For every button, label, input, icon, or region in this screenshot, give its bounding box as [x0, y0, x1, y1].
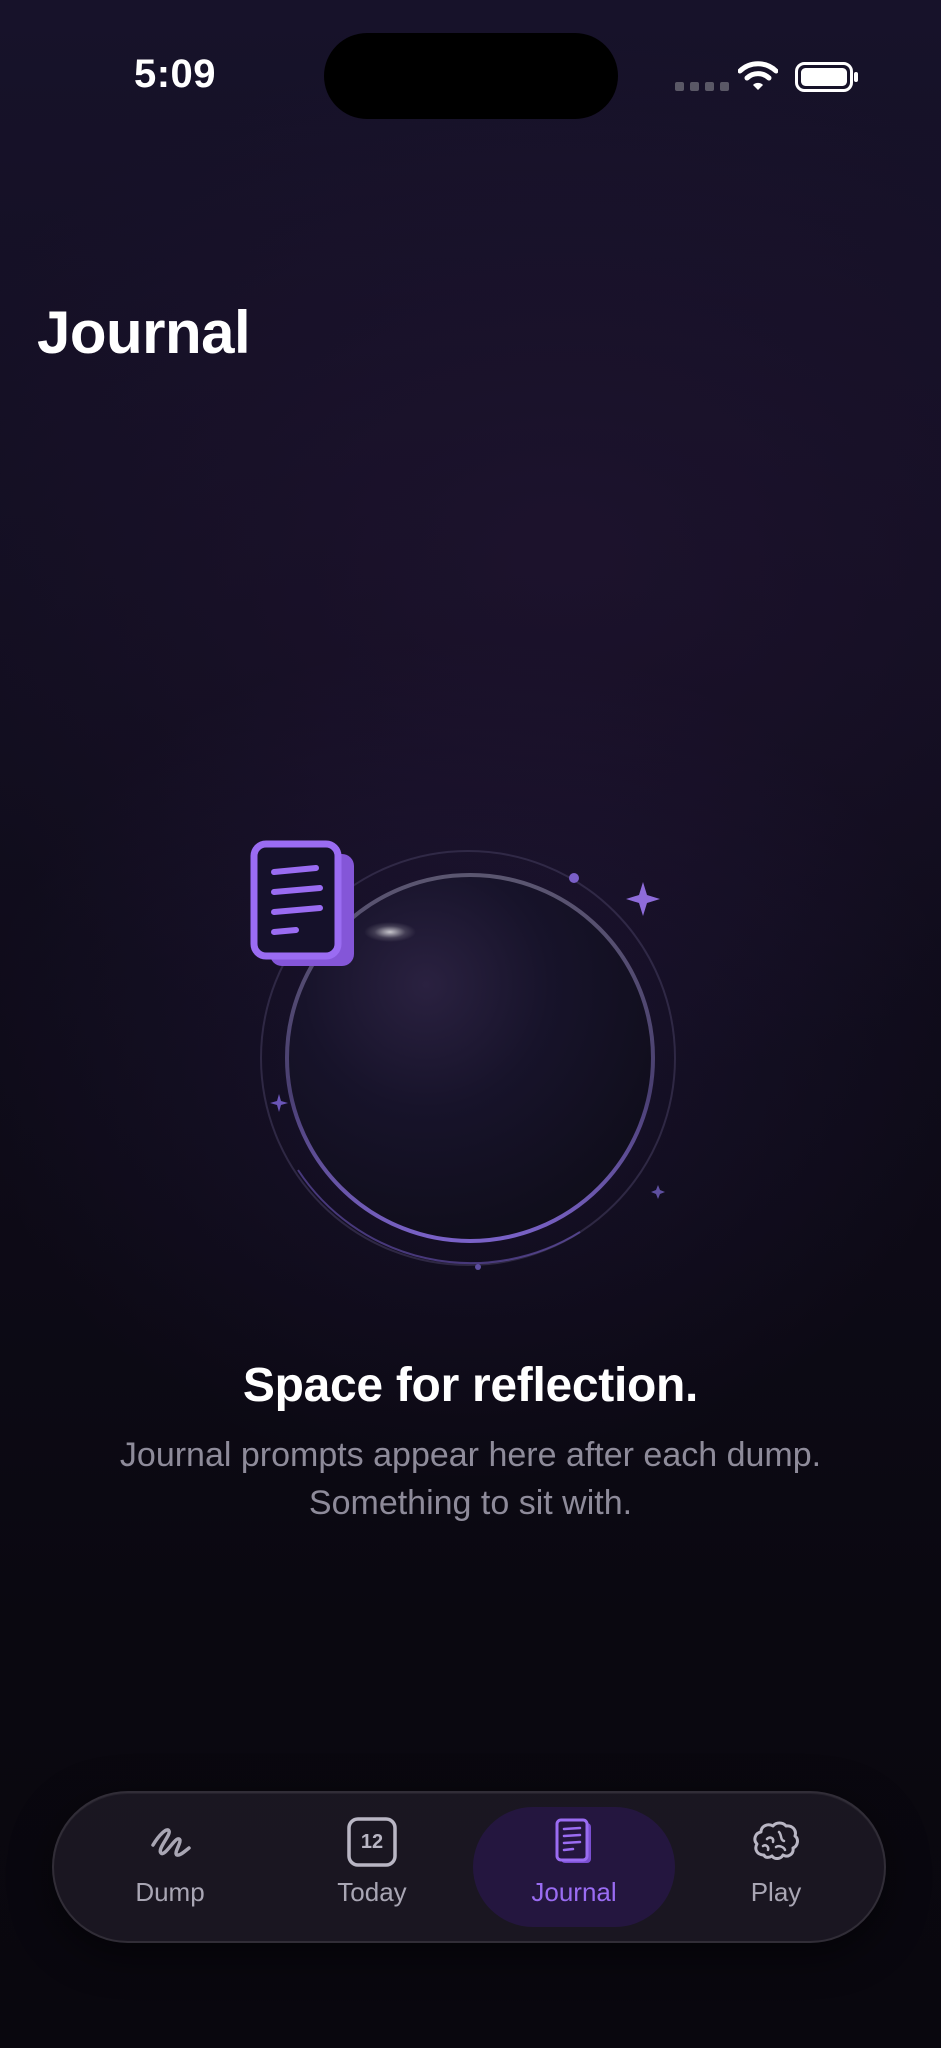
tab-journal[interactable]: Journal — [473, 1807, 675, 1927]
tab-label: Dump — [135, 1877, 205, 1907]
tab-bar: Dump 12 Today Journal Play — [52, 1791, 886, 1943]
journal-pages-icon — [250, 840, 354, 966]
tab-today[interactable]: 12 Today — [271, 1807, 473, 1927]
calendar-day-number: 12 — [360, 1831, 384, 1853]
journal-icon — [555, 1818, 591, 1863]
empty-state-illustration — [250, 840, 690, 1280]
tab-label: Play — [750, 1877, 802, 1907]
brain-icon — [753, 1821, 799, 1860]
tab-play[interactable]: Play — [675, 1807, 877, 1927]
empty-state-description-line-2: Something to sit with. — [308, 1484, 633, 1522]
tab-label: Journal — [531, 1877, 617, 1907]
journal-screen: 5:09 Journal Space for reflection. Journ… — [0, 0, 941, 2048]
battery-icon — [795, 62, 858, 92]
empty-state-description-line-1: Journal prompts appear here after each d… — [119, 1436, 822, 1474]
dynamic-island — [324, 33, 618, 119]
cellular-dots-icon — [675, 82, 729, 91]
calendar-icon: 12 — [347, 1817, 397, 1867]
empty-state-title: Space for reflection. — [242, 1359, 699, 1412]
scribble-icon — [151, 1828, 191, 1857]
tab-dump[interactable]: Dump — [69, 1807, 271, 1927]
status-time: 5:09 — [133, 52, 217, 96]
page-title: Journal — [37, 299, 251, 366]
wifi-icon — [738, 61, 778, 90]
tab-label: Today — [337, 1877, 407, 1907]
